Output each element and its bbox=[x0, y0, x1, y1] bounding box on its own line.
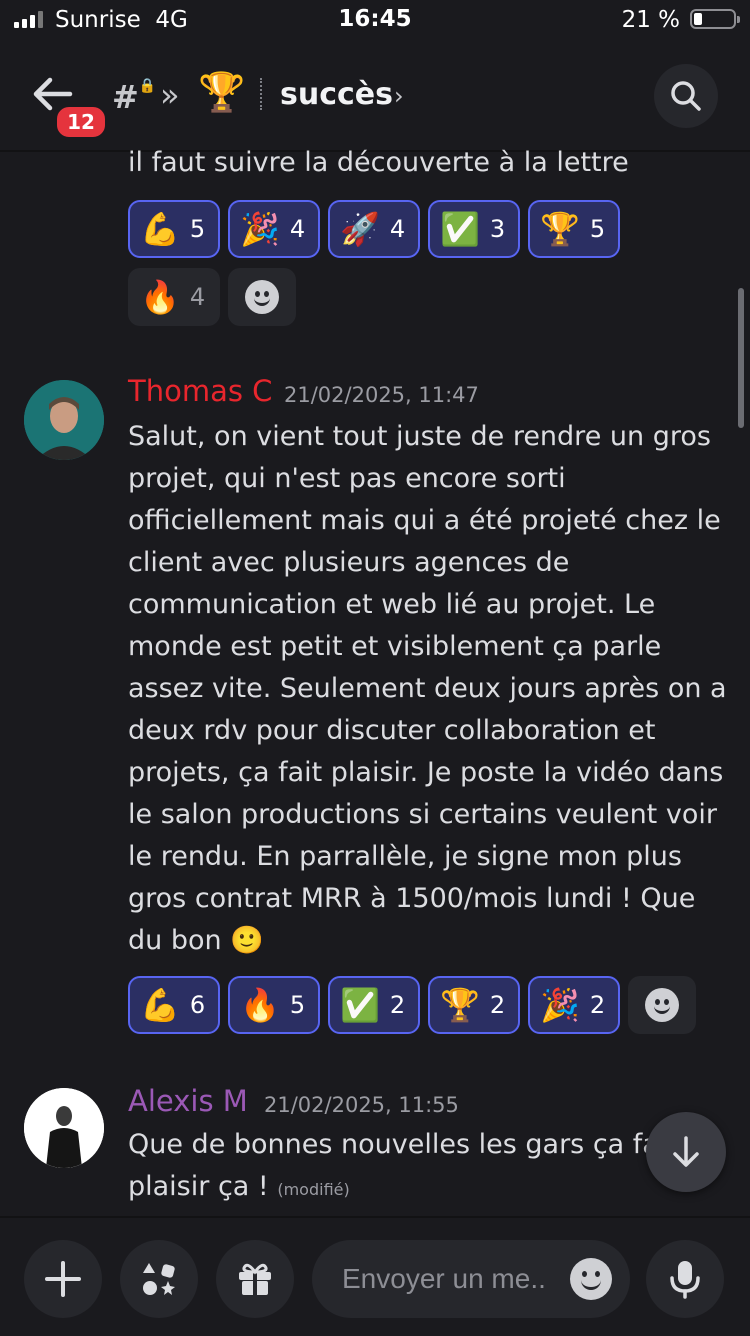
channel-emoji: 🏆 bbox=[198, 70, 246, 114]
battery-icon bbox=[690, 9, 740, 29]
reaction-chip[interactable]: 🔥 5 bbox=[228, 976, 320, 1034]
reaction-emoji: 🔥 bbox=[240, 986, 280, 1024]
status-bar: Sunrise 4G 16:45 21 % bbox=[0, 0, 750, 44]
reaction-count: 5 bbox=[189, 215, 206, 243]
arrow-down-icon bbox=[673, 1136, 699, 1167]
reaction-emoji: 🎉 bbox=[540, 986, 580, 1024]
reaction-chip[interactable]: 🚀 4 bbox=[328, 200, 420, 258]
search-icon bbox=[671, 81, 701, 111]
reaction-emoji: ✅ bbox=[440, 210, 480, 248]
reaction-count: 6 bbox=[189, 991, 206, 1019]
reaction-emoji: 💪 bbox=[140, 986, 180, 1024]
reaction-chip[interactable]: 💪 5 bbox=[128, 200, 220, 258]
channel-title[interactable]: succès bbox=[280, 77, 393, 112]
plus-icon bbox=[45, 1261, 81, 1297]
double-chevron-icon: » bbox=[160, 76, 180, 114]
gift-icon bbox=[239, 1263, 271, 1295]
emoji-icon bbox=[245, 280, 279, 314]
battery-fill bbox=[694, 13, 702, 25]
add-attachment-button[interactable] bbox=[24, 1240, 102, 1318]
emoji-icon bbox=[645, 988, 679, 1022]
reaction-count: 4 bbox=[189, 283, 206, 311]
apps-button[interactable] bbox=[120, 1240, 198, 1318]
reaction-chip[interactable]: 🏆 2 bbox=[428, 976, 520, 1034]
hash-lock-icon: #🔒 bbox=[112, 78, 157, 116]
reaction-emoji: 💪 bbox=[140, 210, 180, 248]
reaction-emoji: 🏆 bbox=[440, 986, 480, 1024]
user-photo-icon bbox=[24, 1088, 104, 1168]
message-input-container[interactable] bbox=[312, 1240, 630, 1318]
scrollbar[interactable] bbox=[738, 288, 744, 428]
reaction-emoji: 🎉 bbox=[240, 210, 280, 248]
unread-badge: 12 bbox=[54, 104, 108, 140]
author-name[interactable]: Thomas C bbox=[128, 374, 272, 408]
message-body: Que de bonnes nouvelles les gars ça fait… bbox=[128, 1129, 677, 1202]
jump-to-bottom-button[interactable] bbox=[646, 1112, 726, 1192]
reaction-row: 💪 6 🔥 5 ✅ 2 🏆 2 🎉 2 bbox=[128, 976, 696, 1034]
message-text: Que de bonnes nouvelles les gars ça fait… bbox=[128, 1124, 734, 1211]
avatar[interactable] bbox=[24, 380, 104, 460]
chevron-right-icon[interactable]: › bbox=[394, 82, 404, 110]
reaction-chip[interactable]: ✅ 2 bbox=[328, 976, 420, 1034]
emoji-picker-button[interactable] bbox=[570, 1258, 612, 1300]
battery-percent: 21 % bbox=[621, 7, 680, 33]
reaction-chip[interactable]: 💪 6 bbox=[128, 976, 220, 1034]
reaction-count: 4 bbox=[289, 215, 306, 243]
separator bbox=[260, 78, 262, 110]
gift-button[interactable] bbox=[216, 1240, 294, 1318]
reaction-count: 4 bbox=[389, 215, 406, 243]
reaction-chip[interactable]: 🔥 4 bbox=[128, 268, 220, 326]
mic-icon bbox=[670, 1261, 700, 1299]
reaction-count: 5 bbox=[289, 991, 306, 1019]
reaction-chip[interactable]: 🎉 2 bbox=[528, 976, 620, 1034]
reaction-chip[interactable]: 🎉 4 bbox=[228, 200, 320, 258]
message-input[interactable] bbox=[340, 1260, 554, 1298]
apps-icon bbox=[143, 1263, 175, 1295]
reaction-count: 2 bbox=[589, 991, 606, 1019]
reaction-emoji: 🏆 bbox=[540, 210, 580, 248]
reaction-emoji: 🚀 bbox=[340, 210, 380, 248]
search-button[interactable] bbox=[654, 64, 718, 128]
reaction-emoji: ✅ bbox=[340, 986, 380, 1024]
edited-label: (modifié) bbox=[277, 1180, 350, 1199]
reaction-emoji: 🔥 bbox=[140, 278, 180, 316]
message-text: il faut suivre la découverte à la lettre bbox=[128, 147, 629, 178]
reaction-count: 3 bbox=[489, 215, 506, 243]
add-reaction-button[interactable] bbox=[628, 976, 696, 1034]
voice-message-button[interactable] bbox=[646, 1240, 724, 1318]
reaction-row: 💪 5 🎉 4 🚀 4 ✅ 3 🏆 5 bbox=[128, 200, 620, 258]
message-composer bbox=[0, 1216, 750, 1336]
user-photo-icon bbox=[24, 380, 104, 460]
reaction-count: 2 bbox=[389, 991, 406, 1019]
reaction-chip[interactable]: ✅ 3 bbox=[428, 200, 520, 258]
reaction-count: 2 bbox=[489, 991, 506, 1019]
message-timestamp: 21/02/2025, 11:55 bbox=[264, 1093, 459, 1117]
author-name[interactable]: Alexis M bbox=[128, 1084, 248, 1118]
reaction-chip[interactable]: 🏆 5 bbox=[528, 200, 620, 258]
message-timestamp: 21/02/2025, 11:47 bbox=[284, 383, 479, 407]
add-reaction-button[interactable] bbox=[228, 268, 296, 326]
message-text: Salut, on vient tout juste de rendre un … bbox=[128, 421, 727, 956]
avatar[interactable] bbox=[24, 1088, 104, 1168]
channel-header: #🔒 » 🏆 succès › bbox=[0, 50, 750, 150]
reaction-row: 🔥 4 bbox=[128, 268, 296, 326]
reaction-count: 5 bbox=[589, 215, 606, 243]
